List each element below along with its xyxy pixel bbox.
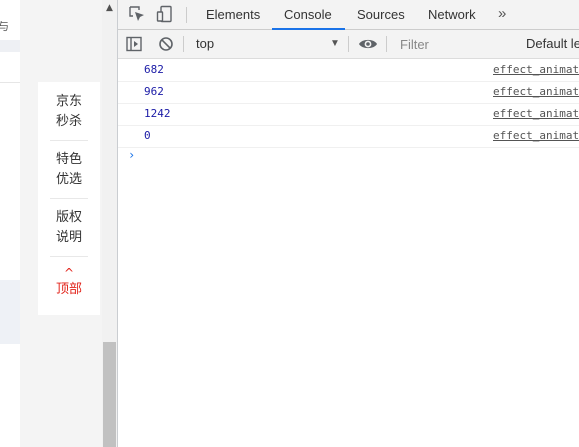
console-source-link[interactable]: effect_animation.js:5: [493, 59, 579, 81]
console-source-link[interactable]: effect_animation.js:5: [493, 125, 579, 147]
page-edge-text: 与: [0, 20, 9, 33]
console-prompt-icon[interactable]: ›: [128, 148, 135, 162]
log-levels-dropdown[interactable]: Default levels: [526, 34, 579, 54]
tab-elements[interactable]: Elements: [206, 0, 260, 29]
page-scrollbar[interactable]: ▲: [102, 0, 117, 447]
device-toolbar-icon[interactable]: [156, 5, 174, 23]
floating-side-nav: 京东 秒杀 特色 优选 版权 说明 ^ 顶部: [38, 82, 100, 315]
side-nav-label: 说明: [55, 230, 82, 245]
nav-divider: [50, 256, 88, 257]
more-tabs-icon[interactable]: »: [498, 0, 506, 29]
scrollbar-thumb[interactable]: [103, 342, 116, 447]
console-message-value: 1242: [144, 107, 171, 120]
scroll-up-arrow-icon[interactable]: ▲: [102, 0, 117, 17]
console-source-link[interactable]: effect_animation.js:5: [493, 81, 579, 103]
dropdown-arrow-icon: ▼: [330, 38, 340, 49]
chevron-up-icon: ^: [63, 266, 75, 280]
sidebar-toggle-icon[interactable]: [126, 36, 142, 52]
console-message-row: 1242 effect_animation.js:5: [118, 103, 579, 126]
web-page-viewport: 与 京东 秒杀 特色 优选 版权 说明 ^ 顶部 ▲: [0, 0, 117, 447]
side-nav-item-featured[interactable]: 特色 优选: [38, 150, 100, 190]
side-nav-label: 优选: [55, 172, 82, 187]
console-toolbar: top ▼ Default levels: [118, 30, 579, 59]
clear-console-icon[interactable]: [158, 36, 174, 52]
side-nav-label: 京东: [55, 94, 82, 109]
console-message-row: 0 effect_animation.js:5: [118, 125, 579, 148]
tab-sources[interactable]: Sources: [357, 0, 405, 29]
toolbar-separator: [386, 36, 387, 52]
console-messages[interactable]: 682 effect_animation.js:5 962 effect_ani…: [118, 59, 579, 447]
side-nav-label: 秒杀: [55, 114, 82, 129]
page-shade-block: [0, 40, 20, 52]
toolbar-separator: [183, 36, 184, 52]
inspect-element-icon[interactable]: [128, 5, 146, 23]
console-message-row: 962 effect_animation.js:5: [118, 81, 579, 104]
toolbar-separator: [348, 36, 349, 52]
console-message-value: 682: [144, 63, 164, 76]
nav-divider: [50, 140, 88, 141]
side-nav-label: 版权: [55, 210, 82, 225]
console-source-link[interactable]: effect_animation.js:5: [493, 103, 579, 125]
page-content-strip: 与: [0, 0, 20, 447]
devtools-panel: Elements Console Sources Network » top ▼…: [118, 0, 579, 447]
side-nav-item-copyright[interactable]: 版权 说明: [38, 208, 100, 248]
tab-network[interactable]: Network: [428, 0, 476, 29]
devtools-tabbar: Elements Console Sources Network »: [118, 0, 579, 30]
execution-context-select[interactable]: top ▼: [190, 34, 345, 54]
toolbar-separator: [186, 7, 187, 23]
back-to-top-button[interactable]: ^ 顶部: [38, 266, 100, 300]
back-to-top-label: 顶部: [55, 282, 82, 297]
page-shade-block-lower: [0, 280, 20, 344]
side-nav-item-seckill[interactable]: 京东 秒杀: [38, 92, 100, 132]
console-filter-input[interactable]: [394, 35, 528, 53]
eye-icon[interactable]: [358, 36, 378, 52]
side-nav-label: 特色: [55, 152, 82, 167]
console-message-value: 962: [144, 85, 164, 98]
page-divider: [0, 82, 20, 83]
console-message-value: 0: [144, 129, 151, 142]
tab-console[interactable]: Console: [272, 0, 345, 30]
nav-divider: [50, 198, 88, 199]
execution-context-value: top: [196, 36, 215, 51]
console-message-row: 682 effect_animation.js:5: [118, 59, 579, 82]
